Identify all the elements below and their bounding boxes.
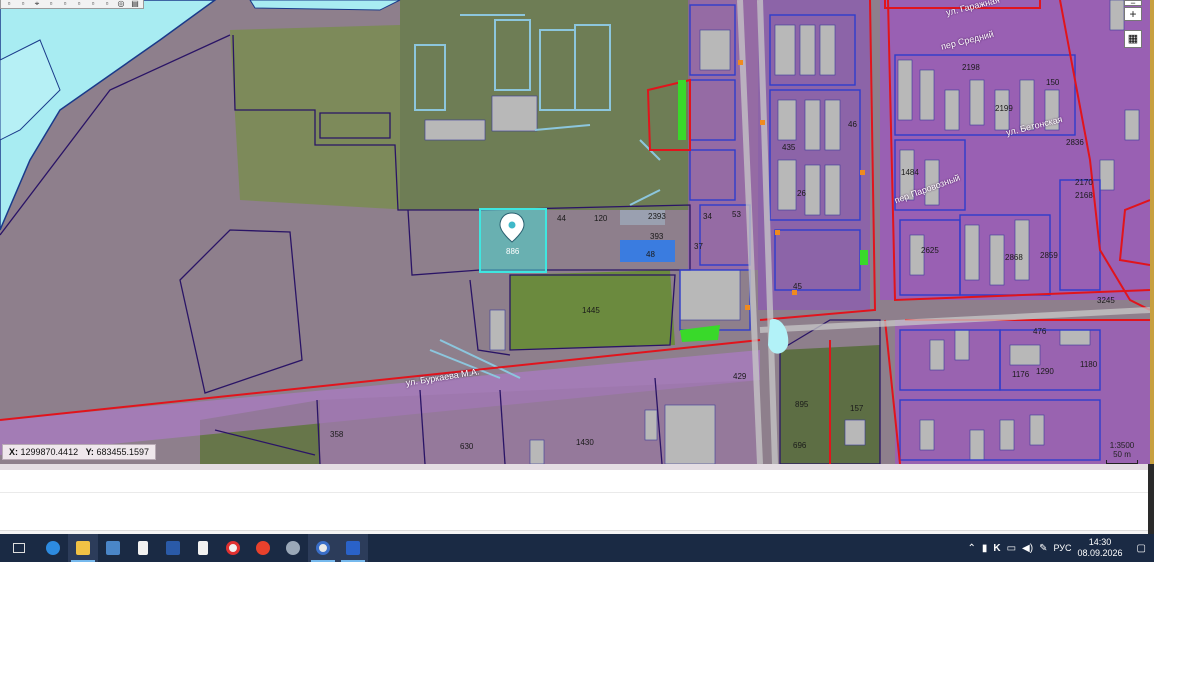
parcel-label: 2199 <box>995 104 1013 113</box>
system-tray: ⌃ ▮ K ▭ ◀) ✎ РУС 14:30 08.09.2026 ▢ <box>967 534 1154 562</box>
parcel-label: 120 <box>594 214 608 223</box>
volume-icon[interactable]: ◀) <box>1022 543 1033 554</box>
explorer-icon[interactable] <box>68 534 98 562</box>
map-toolbar: ▫ ▫ ⌖ ▫ ▫ ▫ ▫ ▫ ◎ ▤ <box>0 0 144 9</box>
window-edge <box>1150 0 1154 464</box>
parcel-label: 886 <box>506 247 520 256</box>
zoom-out-button[interactable]: − <box>1124 0 1142 8</box>
parcel-label: 630 <box>460 442 474 451</box>
parcel-label: 150 <box>1046 78 1060 87</box>
pointer-icon[interactable]: ⌖ <box>31 0 43 8</box>
parcel-label: 53 <box>732 210 741 219</box>
layers-button[interactable]: ▦ <box>1124 30 1142 48</box>
yandex-icon[interactable] <box>248 534 278 562</box>
info-panel <box>0 464 1150 539</box>
zoom-in-button[interactable]: + <box>1124 7 1142 21</box>
network-tray-icon[interactable]: ▭ <box>1007 543 1016 554</box>
parcel-label: 44 <box>557 214 566 223</box>
parcel-label: 1176 <box>1012 370 1030 379</box>
cadastral-map[interactable]: ул. Буркаева М.А. пер Средний ул. Гаражн… <box>0 0 1150 464</box>
file-icon[interactable] <box>188 534 218 562</box>
tool-icon[interactable]: ▫ <box>45 0 57 8</box>
parcel-label: 1445 <box>582 306 600 315</box>
parcel-label: 2859 <box>1040 251 1058 260</box>
kaspersky-icon[interactable]: K <box>993 543 1000 554</box>
parcel-label: 429 <box>733 372 747 381</box>
parcel-label: 157 <box>850 404 864 413</box>
parcel-label: 1290 <box>1036 367 1054 376</box>
tool-icon[interactable]: ▫ <box>101 0 113 8</box>
file-tray-icon[interactable]: ▮ <box>982 543 988 554</box>
parcel-label: 1180 <box>1080 360 1098 369</box>
tool-icon[interactable]: ▫ <box>73 0 85 8</box>
panel-edge <box>1148 464 1154 534</box>
parcel-label: 2868 <box>1005 253 1023 262</box>
parcel-label: 34 <box>703 212 712 221</box>
cursor-coordinates: X: 1299870.4412 Y: 683455.1597 <box>2 444 157 460</box>
x-coord-label: X: <box>9 447 18 457</box>
zoom-control: − + <box>1124 0 1142 21</box>
powershell-icon[interactable] <box>158 534 188 562</box>
parcel-label: 37 <box>694 242 703 251</box>
chevron-up-icon[interactable]: ⌃ <box>967 543 975 554</box>
ie-icon[interactable] <box>38 534 68 562</box>
map-scale: 1:3500 50 m <box>1106 441 1138 464</box>
pen-icon[interactable]: ✎ <box>1039 543 1047 554</box>
parcel-label: 393 <box>650 232 664 241</box>
word-icon[interactable] <box>338 534 368 562</box>
parcel-label: 26 <box>797 189 806 198</box>
parcel-label: 2836 <box>1066 138 1084 147</box>
parcel-label: 3245 <box>1097 296 1115 305</box>
parcel-label: 895 <box>795 400 809 409</box>
parcel-label: 696 <box>793 441 807 450</box>
globe-icon[interactable]: ◎ <box>115 0 127 8</box>
tool-icon[interactable]: ▫ <box>59 0 71 8</box>
parcel-label: 358 <box>330 430 344 439</box>
parcel-label: 45 <box>793 282 802 291</box>
task-view-icon[interactable] <box>0 534 38 562</box>
parcel-label: 2198 <box>962 63 980 72</box>
print-icon[interactable]: ▤ <box>129 0 141 8</box>
parcel-label: 2168 <box>1075 191 1093 200</box>
parcel-label: 2625 <box>921 246 939 255</box>
gis-app-icon[interactable] <box>308 534 338 562</box>
parcel-label: 46 <box>848 120 857 129</box>
parcel-label: 2393 <box>648 212 666 221</box>
scale-distance: 50 m <box>1113 450 1131 459</box>
x-coord-value: 1299870.4412 <box>20 447 79 457</box>
parcel-label: 2170 <box>1075 178 1093 187</box>
tool-icon[interactable]: ▫ <box>87 0 99 8</box>
y-coord-value: 683455.1597 <box>96 447 150 457</box>
layers-icon: ▦ <box>1127 33 1139 45</box>
y-coord-label: Y: <box>85 447 94 457</box>
document-icon[interactable] <box>128 534 158 562</box>
clock[interactable]: 14:30 08.09.2026 <box>1078 537 1123 559</box>
scale-ratio: 1:3500 <box>1109 441 1135 450</box>
parcel-label: 476 <box>1033 327 1047 336</box>
tool-icon[interactable]: ▫ <box>17 0 29 8</box>
windows-taskbar: ⌃ ▮ K ▭ ◀) ✎ РУС 14:30 08.09.2026 ▢ <box>0 534 1154 562</box>
tool-icon[interactable]: ▫ <box>3 0 15 8</box>
yandex-browser-icon[interactable] <box>218 534 248 562</box>
parcel-label: 1430 <box>576 438 594 447</box>
language-indicator[interactable]: РУС <box>1053 543 1071 553</box>
parcel-label: 1484 <box>901 168 919 177</box>
panel-divider <box>0 492 1150 493</box>
notification-icon[interactable]: ▢ <box>1137 543 1146 554</box>
clock-date: 08.09.2026 <box>1077 548 1123 558</box>
parcel-label: 435 <box>782 143 796 152</box>
parcel-label: 48 <box>646 250 655 259</box>
network-icon[interactable] <box>98 534 128 562</box>
satellite-icon[interactable] <box>278 534 308 562</box>
clock-time: 14:30 <box>1088 537 1112 547</box>
